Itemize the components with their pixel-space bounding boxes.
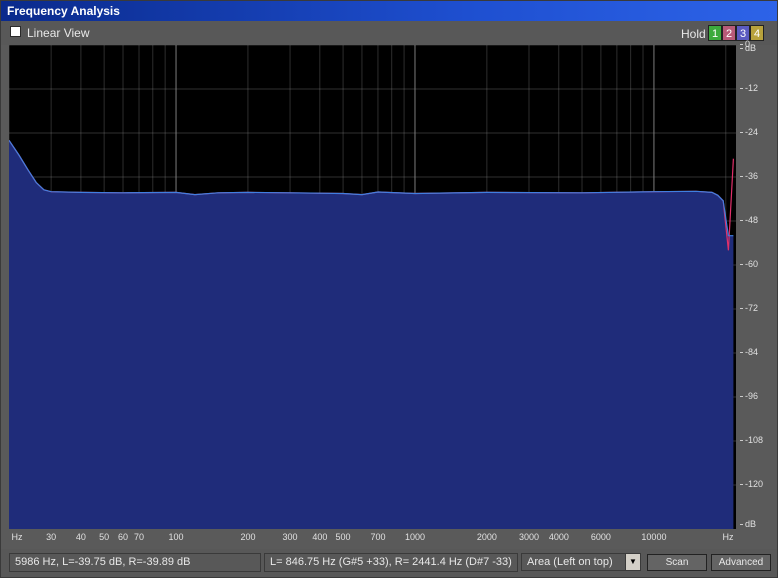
y-tick-label: -12 [740, 83, 758, 93]
x-tick-label: 400 [312, 532, 328, 542]
display-mode-value: Area (Left on top) [527, 556, 613, 568]
spectrum-chart [9, 45, 736, 529]
x-tick-label: 2000 [476, 532, 497, 542]
y-tick-label: -36 [740, 171, 758, 181]
cursor-readout: 5986 Hz, L=-39.75 dB, R=-39.89 dB [9, 553, 261, 572]
title-bar[interactable]: Frequency Analysis [1, 1, 777, 21]
y-unit-label: dB [740, 519, 756, 529]
hold-button-2[interactable]: 2 [722, 25, 736, 41]
y-tick-label: -48 [740, 215, 758, 225]
x-tick-label: 4000 [548, 532, 569, 542]
y-tick-label: -72 [740, 303, 758, 313]
x-tick-label: 70 [133, 532, 145, 542]
y-axis: dB 0 -12 -24 -36 -48 -60 -72 -84 -96 -108 -120 dB [736, 39, 777, 529]
y-tick-label: 0 [740, 39, 750, 49]
y-tick-label: -24 [740, 127, 758, 137]
y-tick-label: -84 [740, 347, 758, 357]
x-tick-label: 200 [240, 532, 256, 542]
x-tick-label: 60 [117, 532, 129, 542]
hold-button-4[interactable]: 4 [750, 25, 764, 41]
x-tick-label: 50 [99, 532, 110, 542]
y-tick-label: -108 [740, 435, 763, 445]
hold-button-1[interactable]: 1 [708, 25, 722, 41]
x-tick-label: 700 [370, 532, 386, 542]
x-tick-label: 1000 [404, 532, 425, 542]
linear-view-checkbox[interactable] [10, 26, 21, 37]
scan-button[interactable]: Scan [647, 554, 707, 571]
x-tick-label: 500 [335, 532, 351, 542]
window-title: Frequency Analysis [7, 4, 120, 18]
y-tick-label: -60 [740, 259, 758, 269]
frequency-analysis-window: Frequency Analysis Linear View Hold 1234… [0, 0, 778, 578]
x-unit-label: Hz [11, 532, 23, 542]
y-tick-label: -120 [740, 479, 763, 489]
x-tick-label: 300 [282, 532, 298, 542]
linear-view-label[interactable]: Linear View [27, 26, 89, 40]
x-tick-label: 40 [75, 532, 86, 542]
advanced-button[interactable]: Advanced [711, 554, 771, 571]
x-tick-label: 3000 [518, 532, 539, 542]
y-tick-label: -96 [740, 391, 758, 401]
x-axis: Hz 30 40 50 60 70 100 200 300 400 500 700 1000 2000 30… [9, 529, 777, 547]
chevron-down-icon[interactable]: ▼ [625, 554, 640, 570]
x-tick-label: 6000 [590, 532, 611, 542]
display-mode-select[interactable]: Area (Left on top) ▼ [521, 553, 641, 571]
spectrum-plot[interactable] [9, 45, 736, 529]
x-tick-label: 30 [46, 532, 57, 542]
x-tick-label: 10000 [641, 532, 667, 542]
toolbar: Linear View Hold 1234 [1, 21, 777, 45]
hold-label: Hold [681, 27, 706, 41]
spectrum-area [9, 140, 734, 529]
peak-readout: L= 846.75 Hz (G#5 +33), R= 2441.4 Hz (D#… [264, 553, 518, 572]
x-unit-label: Hz [722, 532, 734, 542]
x-tick-label: 100 [168, 532, 184, 542]
